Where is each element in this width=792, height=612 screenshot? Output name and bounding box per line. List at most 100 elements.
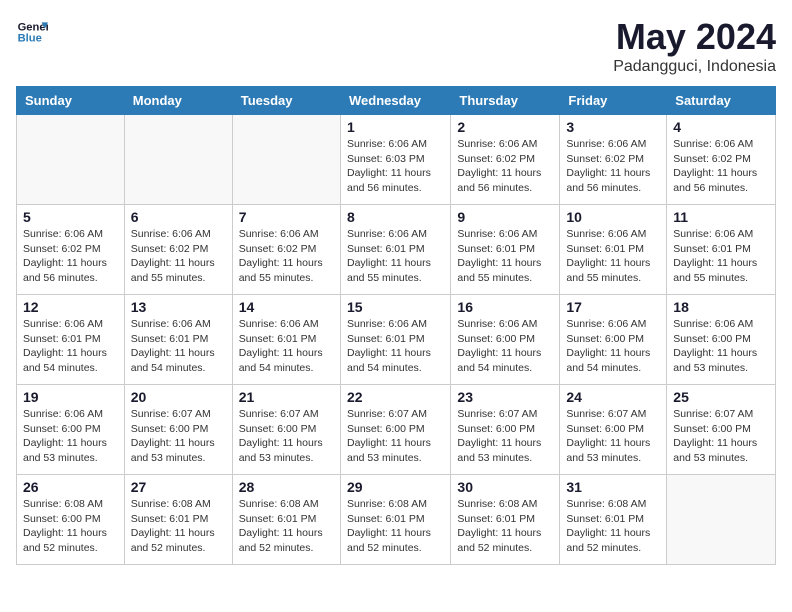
calendar-cell xyxy=(17,115,125,205)
day-info: Sunrise: 6:06 AM Sunset: 6:01 PM Dayligh… xyxy=(673,227,769,286)
calendar-cell: 12 Sunrise: 6:06 AM Sunset: 6:01 PM Dayli… xyxy=(17,295,125,385)
day-info: Sunrise: 6:06 AM Sunset: 6:02 PM Dayligh… xyxy=(239,227,334,286)
day-number: 12 xyxy=(23,299,118,315)
svg-text:Blue: Blue xyxy=(18,33,42,45)
day-info: Sunrise: 6:06 AM Sunset: 6:00 PM Dayligh… xyxy=(23,407,118,466)
month-title: May 2024 xyxy=(613,16,776,58)
day-info: Sunrise: 6:08 AM Sunset: 6:01 PM Dayligh… xyxy=(566,497,660,556)
day-info: Sunrise: 6:06 AM Sunset: 6:01 PM Dayligh… xyxy=(23,317,118,376)
week-row-3: 12 Sunrise: 6:06 AM Sunset: 6:01 PM Dayli… xyxy=(17,295,776,385)
weekday-header-monday: Monday xyxy=(124,87,232,115)
week-row-2: 5Sunrise: 6:06 AM Sunset: 6:02 PM Daylig… xyxy=(17,205,776,295)
page-header: General Blue May 2024 Padangguci, Indone… xyxy=(16,16,776,76)
day-info: Sunrise: 6:07 AM Sunset: 6:00 PM Dayligh… xyxy=(457,407,553,466)
day-number: 26 xyxy=(23,479,118,495)
calendar-cell: 24 Sunrise: 6:07 AM Sunset: 6:00 PM Dayli… xyxy=(560,385,667,475)
weekday-header-tuesday: Tuesday xyxy=(232,87,340,115)
day-number: 2 xyxy=(457,119,553,135)
day-info: Sunrise: 6:07 AM Sunset: 6:00 PM Dayligh… xyxy=(347,407,444,466)
weekday-header-friday: Friday xyxy=(560,87,667,115)
calendar-cell: 16 Sunrise: 6:06 AM Sunset: 6:00 PM Dayli… xyxy=(451,295,560,385)
day-info: Sunrise: 6:07 AM Sunset: 6:00 PM Dayligh… xyxy=(566,407,660,466)
day-info: Sunrise: 6:06 AM Sunset: 6:01 PM Dayligh… xyxy=(347,317,444,376)
calendar-table: SundayMondayTuesdayWednesdayThursdayFrid… xyxy=(16,86,776,565)
day-number: 27 xyxy=(131,479,226,495)
day-number: 3 xyxy=(566,119,660,135)
day-number: 1 xyxy=(347,119,444,135)
day-info: Sunrise: 6:06 AM Sunset: 6:01 PM Dayligh… xyxy=(347,227,444,286)
calendar-cell: 1 Sunrise: 6:06 AM Sunset: 6:03 PM Daylig… xyxy=(340,115,450,205)
calendar-cell: 7 Sunrise: 6:06 AM Sunset: 6:02 PM Daylig… xyxy=(232,205,340,295)
calendar-cell: 9Sunrise: 6:06 AM Sunset: 6:01 PM Daylig… xyxy=(451,205,560,295)
calendar-cell: 8 Sunrise: 6:06 AM Sunset: 6:01 PM Daylig… xyxy=(340,205,450,295)
weekday-header-row: SundayMondayTuesdayWednesdayThursdayFrid… xyxy=(17,87,776,115)
week-row-1: 1 Sunrise: 6:06 AM Sunset: 6:03 PM Daylig… xyxy=(17,115,776,205)
day-number: 8 xyxy=(347,209,444,225)
weekday-header-sunday: Sunday xyxy=(17,87,125,115)
title-block: May 2024 Padangguci, Indonesia xyxy=(613,16,776,76)
calendar-cell: 3 Sunrise: 6:06 AM Sunset: 6:02 PM Daylig… xyxy=(560,115,667,205)
day-info: Sunrise: 6:06 AM Sunset: 6:03 PM Dayligh… xyxy=(347,137,444,196)
day-info: Sunrise: 6:08 AM Sunset: 6:00 PM Dayligh… xyxy=(23,497,118,556)
day-info: Sunrise: 6:08 AM Sunset: 6:01 PM Dayligh… xyxy=(131,497,226,556)
calendar-cell xyxy=(124,115,232,205)
day-info: Sunrise: 6:06 AM Sunset: 6:02 PM Dayligh… xyxy=(457,137,553,196)
day-info: Sunrise: 6:07 AM Sunset: 6:00 PM Dayligh… xyxy=(131,407,226,466)
weekday-header-wednesday: Wednesday xyxy=(340,87,450,115)
day-info: Sunrise: 6:06 AM Sunset: 6:01 PM Dayligh… xyxy=(566,227,660,286)
day-number: 15 xyxy=(347,299,444,315)
calendar-cell: 2 Sunrise: 6:06 AM Sunset: 6:02 PM Daylig… xyxy=(451,115,560,205)
day-number: 22 xyxy=(347,389,444,405)
day-number: 17 xyxy=(566,299,660,315)
calendar-cell: 15 Sunrise: 6:06 AM Sunset: 6:01 PM Dayli… xyxy=(340,295,450,385)
day-info: Sunrise: 6:08 AM Sunset: 6:01 PM Dayligh… xyxy=(239,497,334,556)
day-info: Sunrise: 6:07 AM Sunset: 6:00 PM Dayligh… xyxy=(239,407,334,466)
weekday-header-thursday: Thursday xyxy=(451,87,560,115)
calendar-cell: 25 Sunrise: 6:07 AM Sunset: 6:00 PM Dayli… xyxy=(667,385,776,475)
day-info: Sunrise: 6:06 AM Sunset: 6:01 PM Dayligh… xyxy=(239,317,334,376)
calendar-cell: 5Sunrise: 6:06 AM Sunset: 6:02 PM Daylig… xyxy=(17,205,125,295)
logo-icon: General Blue xyxy=(16,16,48,48)
day-number: 10 xyxy=(566,209,660,225)
calendar-cell: 29 Sunrise: 6:08 AM Sunset: 6:01 PM Dayli… xyxy=(340,475,450,565)
calendar-cell: 13Sunrise: 6:06 AM Sunset: 6:01 PM Dayli… xyxy=(124,295,232,385)
day-number: 16 xyxy=(457,299,553,315)
calendar-cell: 4 Sunrise: 6:06 AM Sunset: 6:02 PM Daylig… xyxy=(667,115,776,205)
day-info: Sunrise: 6:06 AM Sunset: 6:02 PM Dayligh… xyxy=(131,227,226,286)
day-info: Sunrise: 6:08 AM Sunset: 6:01 PM Dayligh… xyxy=(457,497,553,556)
day-number: 23 xyxy=(457,389,553,405)
calendar-cell: 27 Sunrise: 6:08 AM Sunset: 6:01 PM Dayli… xyxy=(124,475,232,565)
calendar-cell: 30Sunrise: 6:08 AM Sunset: 6:01 PM Dayli… xyxy=(451,475,560,565)
day-info: Sunrise: 6:06 AM Sunset: 6:02 PM Dayligh… xyxy=(566,137,660,196)
day-number: 6 xyxy=(131,209,226,225)
calendar-cell: 6 Sunrise: 6:06 AM Sunset: 6:02 PM Daylig… xyxy=(124,205,232,295)
day-info: Sunrise: 6:06 AM Sunset: 6:00 PM Dayligh… xyxy=(457,317,553,376)
day-number: 7 xyxy=(239,209,334,225)
day-number: 25 xyxy=(673,389,769,405)
day-number: 21 xyxy=(239,389,334,405)
calendar-cell: 10 Sunrise: 6:06 AM Sunset: 6:01 PM Dayli… xyxy=(560,205,667,295)
calendar-cell: 19 Sunrise: 6:06 AM Sunset: 6:00 PM Dayli… xyxy=(17,385,125,475)
calendar-cell: 31 Sunrise: 6:08 AM Sunset: 6:01 PM Dayli… xyxy=(560,475,667,565)
week-row-4: 19 Sunrise: 6:06 AM Sunset: 6:00 PM Dayli… xyxy=(17,385,776,475)
day-number: 11 xyxy=(673,209,769,225)
calendar-cell: 18 Sunrise: 6:06 AM Sunset: 6:00 PM Dayli… xyxy=(667,295,776,385)
weekday-header-saturday: Saturday xyxy=(667,87,776,115)
day-number: 19 xyxy=(23,389,118,405)
day-info: Sunrise: 6:08 AM Sunset: 6:01 PM Dayligh… xyxy=(347,497,444,556)
calendar-cell: 20 Sunrise: 6:07 AM Sunset: 6:00 PM Dayli… xyxy=(124,385,232,475)
location-title: Padangguci, Indonesia xyxy=(613,58,776,76)
day-number: 31 xyxy=(566,479,660,495)
day-info: Sunrise: 6:07 AM Sunset: 6:00 PM Dayligh… xyxy=(673,407,769,466)
calendar-cell: 23 Sunrise: 6:07 AM Sunset: 6:00 PM Dayli… xyxy=(451,385,560,475)
day-number: 18 xyxy=(673,299,769,315)
day-number: 4 xyxy=(673,119,769,135)
calendar-cell xyxy=(232,115,340,205)
calendar-cell: 22 Sunrise: 6:07 AM Sunset: 6:00 PM Dayli… xyxy=(340,385,450,475)
logo: General Blue xyxy=(16,16,48,48)
day-number: 24 xyxy=(566,389,660,405)
day-info: Sunrise: 6:06 AM Sunset: 6:00 PM Dayligh… xyxy=(673,317,769,376)
day-info: Sunrise: 6:06 AM Sunset: 6:02 PM Dayligh… xyxy=(673,137,769,196)
day-number: 29 xyxy=(347,479,444,495)
day-number: 20 xyxy=(131,389,226,405)
